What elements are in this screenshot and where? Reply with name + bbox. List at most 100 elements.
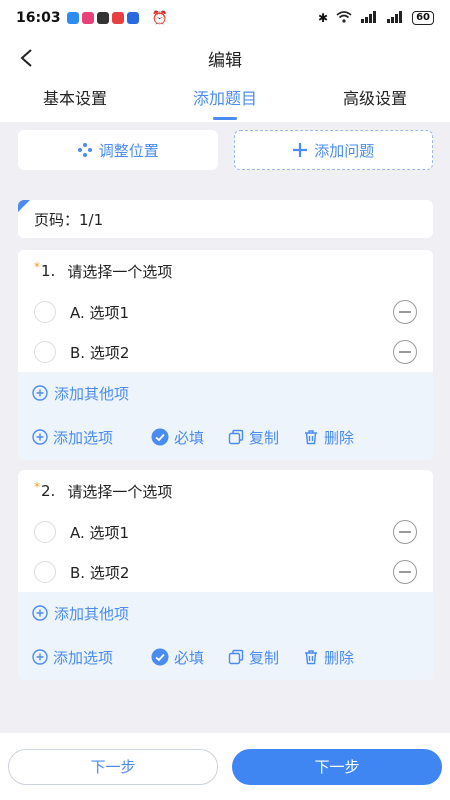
alarm-icon: ⏰ [151,10,168,26]
tab-advanced-settings[interactable]: 高级设置 [300,80,450,122]
app-notification-icon [81,12,94,24]
minus-icon [399,311,411,313]
required-label: 必填 [174,428,205,447]
radio-button[interactable] [34,521,56,543]
tab-basic-settings[interactable]: 基本设置 [0,80,150,122]
option-row: A. 选项1 [18,292,433,332]
app-notification-icon [66,12,79,24]
required-toggle[interactable]: 必填 [151,427,204,448]
add-option-button[interactable]: 添加选项 [32,427,113,448]
add-other-option-button[interactable]: 添加其他项 [32,372,433,414]
plus-circle-icon [32,385,48,401]
add-other-option-button[interactable]: 添加其他项 [32,592,433,634]
delete-button[interactable]: 删除 [303,647,354,668]
radio-button[interactable] [34,561,56,583]
status-bar: 16:03 ⏰ ✱ 60 [0,0,450,36]
move-icon [77,143,92,157]
add-option-label: 添加选项 [53,648,114,667]
add-option-label: 添加选项 [53,428,114,447]
radio-button[interactable] [34,301,56,323]
plus-icon [293,143,308,157]
bottom-bar: 下一步 下一步 [0,733,450,800]
radio-button[interactable] [34,341,56,363]
copy-button[interactable]: 复制 [228,647,279,668]
question-title: 请选择一个选项 [67,262,173,281]
app-notification-icon [126,12,139,24]
battery-indicator: 60 [412,11,434,25]
chevron-left-icon [20,49,32,67]
adjust-position-button[interactable]: 调整位置 [18,130,218,170]
question-number: 2. [41,482,56,500]
page-indicator-card: 页码：1/1 [18,200,433,238]
check-circle-icon [151,648,169,666]
title-bar: 编辑 [0,36,450,80]
app-notification-icon [111,12,124,24]
notification-icons: ⏰ [66,10,168,26]
tab-bar: 基本设置 添加题目 高级设置 [0,80,450,122]
editor-toolbar: 调整位置 添加问题 [18,130,433,170]
plus-circle-icon [32,429,48,445]
plus-circle-icon [32,649,48,665]
option-row: A. 选项1 [18,512,433,552]
question-header[interactable]: * 2. 请选择一个选项 [18,470,433,512]
page-indicator: 页码：1/1 [34,210,104,229]
trash-icon [305,430,318,445]
delete-button[interactable]: 删除 [303,427,354,448]
remove-option-button[interactable] [393,340,417,364]
wifi-icon [336,10,352,26]
tab-add-questions[interactable]: 添加题目 [150,80,300,122]
option-row: B. 选项2 [18,552,433,592]
corner-marker [18,200,30,212]
question-footer: 添加其他项 添加选项 必填 复制 删除 [18,592,433,680]
required-mark: * [34,260,40,274]
delete-label: 删除 [324,648,355,667]
signal-icon [386,10,404,26]
required-mark: * [34,480,40,494]
trash-icon [305,650,318,665]
question-title: 请选择一个选项 [67,482,173,501]
question-footer: 添加其他项 添加选项 必填 复制 删除 [18,372,433,460]
delete-label: 删除 [324,428,355,447]
next-step-button[interactable]: 下一步 [232,748,442,785]
question-actions: 添加选项 必填 复制 删除 [32,414,433,460]
add-other-label: 添加其他项 [54,604,130,623]
add-question-button[interactable]: 添加问题 [233,130,433,170]
add-question-label: 添加问题 [314,141,375,160]
adjust-position-label: 调整位置 [98,141,159,160]
previous-step-button[interactable]: 下一步 [8,748,218,785]
add-other-label: 添加其他项 [54,384,130,403]
copy-button[interactable]: 复制 [228,427,279,448]
signal-icon [360,10,378,26]
copy-label: 复制 [249,428,280,447]
status-time: 16:03 [16,10,61,26]
option-row: B. 选项2 [18,332,433,372]
add-option-button[interactable]: 添加选项 [32,647,113,668]
remove-option-button[interactable] [393,560,417,584]
required-toggle[interactable]: 必填 [151,647,204,668]
required-label: 必填 [174,648,205,667]
minus-icon [399,351,411,353]
question-card: * 1. 请选择一个选项 A. 选项1 B. 选项2 添加其他项 添加选项 必填 [18,250,433,460]
option-label[interactable]: B. 选项2 [70,342,393,363]
question-actions: 添加选项 必填 复制 删除 [32,634,433,680]
plus-circle-icon [32,605,48,621]
option-label[interactable]: A. 选项1 [70,302,393,323]
page-title: 编辑 [208,50,242,71]
option-label[interactable]: A. 选项1 [70,522,393,543]
question-header[interactable]: * 1. 请选择一个选项 [18,250,433,292]
question-card: * 2. 请选择一个选项 A. 选项1 B. 选项2 添加其他项 添加选项 必填 [18,470,433,680]
option-label[interactable]: B. 选项2 [70,562,393,583]
copy-icon [228,429,244,445]
remove-option-button[interactable] [393,520,417,544]
minus-icon [399,531,411,533]
remove-option-button[interactable] [393,300,417,324]
question-number: 1. [41,262,56,280]
status-right: ✱ 60 [318,10,434,26]
bluetooth-icon: ✱ [318,11,329,25]
app-notification-icon [96,12,109,24]
back-button[interactable] [14,46,38,70]
check-circle-icon [151,428,169,446]
copy-label: 复制 [249,648,280,667]
minus-icon [399,571,411,573]
copy-icon [228,649,244,665]
